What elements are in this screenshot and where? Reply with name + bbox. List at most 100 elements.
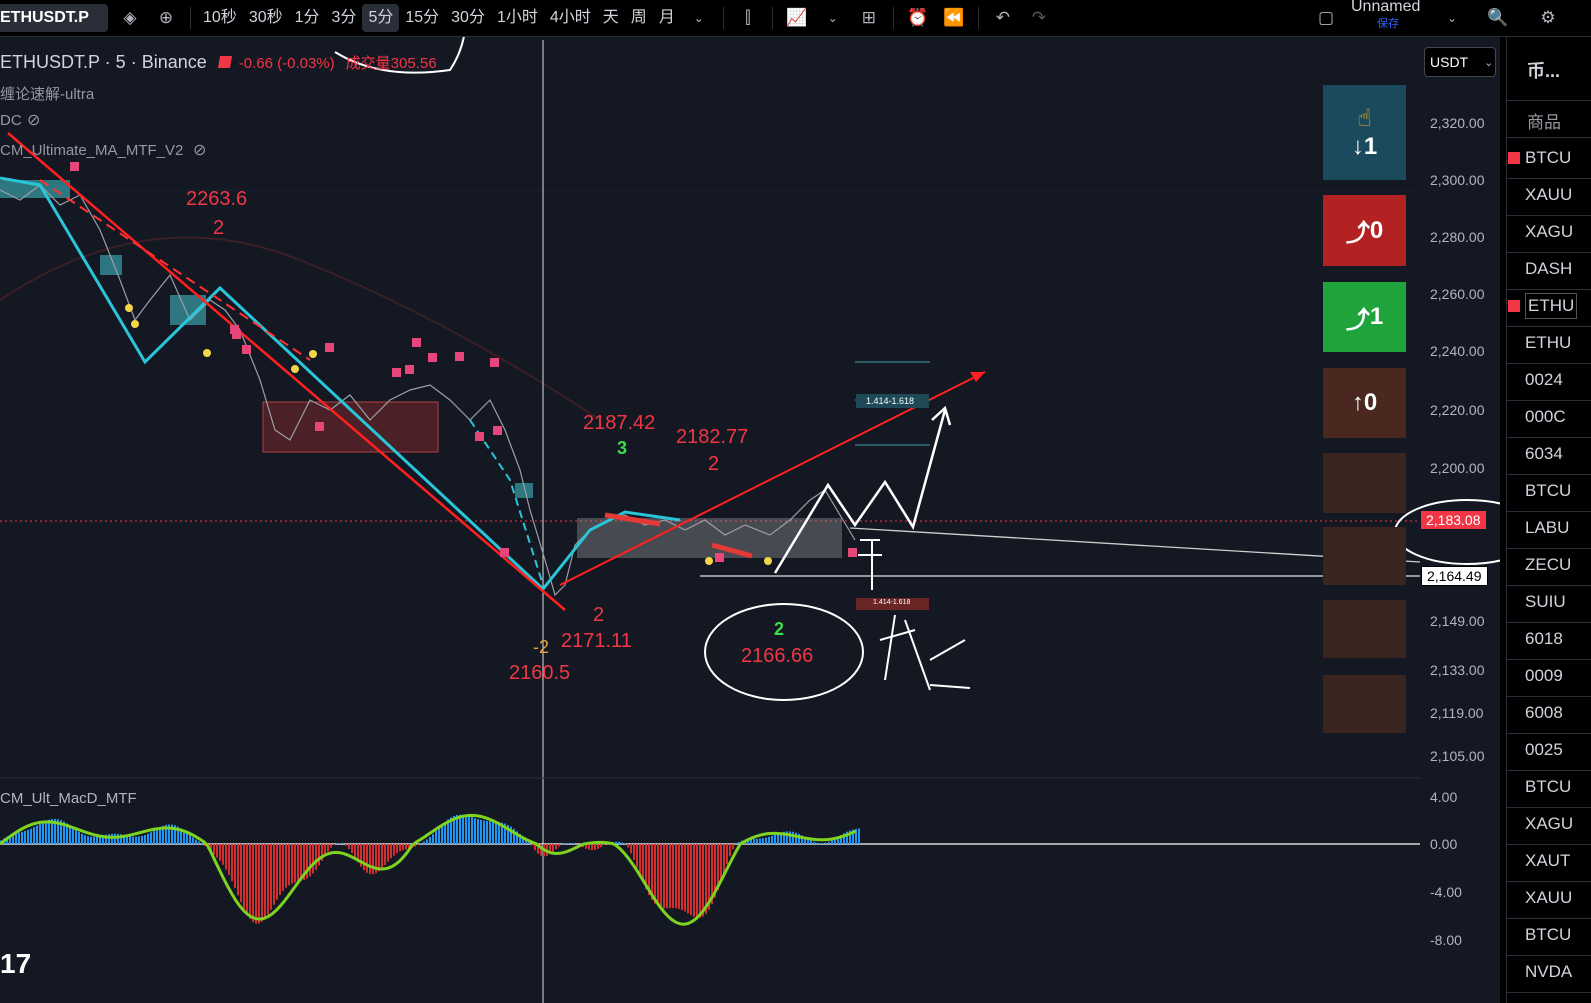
alert-icon[interactable]: ⏰ bbox=[904, 4, 932, 32]
flag-icon[interactable] bbox=[1508, 152, 1520, 164]
watchlist-item[interactable]: XAGU bbox=[1525, 222, 1573, 242]
timeframe-30m[interactable]: 30分 bbox=[445, 4, 491, 32]
eye-off-icon[interactable]: ⊘ bbox=[193, 140, 206, 160]
watchlist-item[interactable]: LABU bbox=[1525, 518, 1569, 538]
watchlist-header[interactable]: 币... bbox=[1527, 57, 1560, 83]
macd-bar bbox=[93, 836, 95, 844]
watchlist-item[interactable]: 0025 bbox=[1525, 740, 1563, 760]
macd-bar bbox=[774, 834, 776, 844]
replay-icon[interactable]: ⏪ bbox=[940, 4, 968, 32]
macd-bar bbox=[777, 833, 779, 844]
macd-bar bbox=[24, 830, 26, 844]
flag-icon[interactable] bbox=[1508, 300, 1520, 312]
compare-icon[interactable]: ◈ bbox=[116, 4, 144, 32]
macd-bar bbox=[369, 844, 371, 875]
symbol-button[interactable]: ETHUSDT.P bbox=[0, 4, 108, 32]
redo-icon[interactable]: ↷ bbox=[1025, 4, 1053, 32]
macd-bar bbox=[186, 832, 188, 844]
watchlist-item[interactable]: 6008 bbox=[1525, 703, 1563, 723]
annotation-price: 2187.42 bbox=[583, 412, 656, 434]
macd-bar bbox=[330, 844, 332, 848]
watchlist-section[interactable]: 商品 bbox=[1527, 108, 1561, 133]
divider bbox=[1507, 100, 1591, 101]
layout-grid-icon[interactable]: ⊞ bbox=[855, 4, 883, 32]
macd-bar bbox=[570, 843, 572, 844]
signal-count: ↓1 bbox=[1352, 133, 1377, 161]
macd-bar bbox=[393, 844, 395, 856]
watchlist-item[interactable]: 0009 bbox=[1525, 666, 1563, 686]
signal-panel-empty bbox=[1323, 675, 1406, 733]
timeframe-15m[interactable]: 15分 bbox=[399, 4, 445, 32]
watchlist-item[interactable]: ZECU bbox=[1525, 555, 1571, 575]
eye-off-icon[interactable]: ⊘ bbox=[27, 110, 40, 130]
legend-title[interactable]: ETHUSDT.P · 5 · Binance bbox=[0, 52, 207, 72]
timeframe-week[interactable]: 周 bbox=[625, 4, 653, 32]
macd-bar bbox=[363, 844, 365, 871]
watchlist-item[interactable]: BTCU bbox=[1525, 481, 1571, 501]
candle-style-icon[interactable]: ⫿ bbox=[734, 4, 762, 32]
macd-bar bbox=[348, 844, 350, 850]
chevron-down-icon[interactable]: ⌄ bbox=[685, 4, 713, 32]
layout-name-button[interactable]: Unnamed 保存 bbox=[1347, 0, 1437, 36]
chevron-down-icon[interactable]: ⌄ bbox=[1438, 4, 1466, 32]
macd-bar bbox=[129, 836, 131, 844]
watchlist-item[interactable]: ETHU bbox=[1525, 333, 1571, 353]
macd-bar bbox=[420, 843, 422, 844]
annotation-wave: -2 bbox=[533, 637, 550, 657]
signal-panel: ↑ 0 bbox=[1323, 368, 1406, 438]
macd-bar bbox=[216, 844, 218, 858]
indicator-label[interactable]: 缠论速解-ultra bbox=[0, 83, 94, 104]
watchlist-item[interactable]: ETHU bbox=[1525, 293, 1578, 319]
price-axis-label: 2,149.00 bbox=[1430, 613, 1485, 629]
watchlist-item[interactable]: BTCU bbox=[1525, 925, 1571, 945]
macd-label[interactable]: CM_Ult_MacD_MTF bbox=[0, 790, 137, 807]
watchlist-item[interactable]: NVDA bbox=[1525, 962, 1572, 982]
timeframe-4h[interactable]: 4小时 bbox=[544, 4, 597, 32]
chevron-down-icon: ⌄ bbox=[1484, 56, 1494, 69]
watchlist-item[interactable]: XAUU bbox=[1525, 185, 1572, 205]
watchlist-item[interactable]: 0024 bbox=[1525, 370, 1563, 390]
red-downtrend-line bbox=[7, 132, 566, 611]
macd-bar bbox=[78, 832, 80, 844]
annotation-wave: 3 bbox=[617, 438, 628, 458]
watchlist-item[interactable]: 000C bbox=[1525, 407, 1566, 427]
tradingview-logo[interactable]: 17 bbox=[0, 948, 31, 980]
macd-bar bbox=[234, 844, 236, 889]
macd-bar bbox=[753, 838, 755, 844]
price-axis-label: 2,300.00 bbox=[1430, 172, 1485, 188]
timeframe-month[interactable]: 月 bbox=[653, 4, 681, 32]
quick-search-icon[interactable]: 🔍 bbox=[1484, 4, 1512, 32]
curve-up-icon: ⤴ bbox=[1345, 220, 1370, 247]
timeframe-3m[interactable]: 3分 bbox=[326, 4, 363, 32]
macd-bar bbox=[108, 834, 110, 844]
macd-bar bbox=[477, 819, 479, 844]
timeframe-1m[interactable]: 1分 bbox=[289, 4, 326, 32]
signal-panel-down: ☝ ↓1 bbox=[1323, 85, 1406, 180]
indicator-label[interactable]: DC bbox=[0, 112, 22, 129]
watchlist-item[interactable]: XAUU bbox=[1525, 888, 1572, 908]
watchlist-item[interactable]: XAUT bbox=[1525, 851, 1570, 871]
watchlist-item[interactable]: DASH bbox=[1525, 259, 1572, 279]
settings-icon[interactable]: ⚙ bbox=[1534, 4, 1562, 32]
fullscreen-icon[interactable]: ▢ bbox=[1312, 4, 1340, 32]
add-symbol-icon[interactable]: ⊕ bbox=[152, 4, 180, 32]
timeframe-1h[interactable]: 1小时 bbox=[491, 4, 544, 32]
timeframe-30s[interactable]: 30秒 bbox=[243, 4, 289, 32]
watchlist-item[interactable]: XAGU bbox=[1525, 814, 1573, 834]
undo-icon[interactable]: ↶ bbox=[989, 4, 1017, 32]
watchlist-item[interactable]: BTCU bbox=[1525, 148, 1571, 168]
currency-select[interactable]: USDT ⌄ bbox=[1424, 47, 1496, 77]
watchlist-item[interactable]: SUIU bbox=[1525, 592, 1566, 612]
macd-bar bbox=[30, 828, 32, 844]
watchlist-item[interactable]: 6018 bbox=[1525, 629, 1563, 649]
watchlist-item[interactable]: 6034 bbox=[1525, 444, 1563, 464]
timeframe-5m[interactable]: 5分 bbox=[362, 4, 400, 32]
indicators-icon[interactable]: 📈 bbox=[783, 4, 811, 32]
watchlist-item[interactable]: BTCU bbox=[1525, 777, 1571, 797]
macd-bar bbox=[594, 844, 596, 850]
chevron-down-icon[interactable]: ⌄ bbox=[819, 4, 847, 32]
timeframe-10s[interactable]: 10秒 bbox=[197, 4, 243, 32]
timeframe-day[interactable]: 天 bbox=[597, 4, 625, 32]
indicator-label[interactable]: CM_Ultimate_MA_MTF_V2 bbox=[0, 142, 183, 159]
price-chart[interactable] bbox=[0, 37, 1500, 1003]
